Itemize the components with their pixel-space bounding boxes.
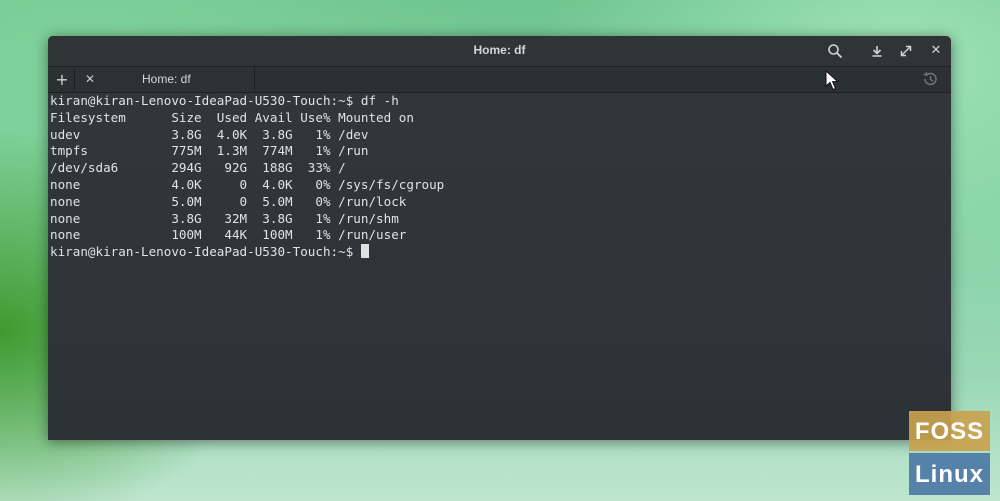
fosslinux-logo: FOSS Linux xyxy=(909,411,990,495)
terminal-prompt: kiran@kiran-Lenovo-IdeaPad-U530-Touch:~$ xyxy=(50,244,361,260)
terminal-window: Home: df ✕ + ✕ Home: df kiran@kiran-Leno… xyxy=(48,36,951,440)
terminal-output: kiran@kiran-Lenovo-IdeaPad-U530-Touch:~$… xyxy=(50,93,444,261)
terminal-line: udev 3.8G 4.0K 3.8G 1% /dev xyxy=(50,126,369,142)
terminal-cursor xyxy=(360,244,369,259)
close-icon: ✕ xyxy=(930,43,942,58)
tab-bar: + ✕ Home: df xyxy=(48,67,951,93)
new-tab-button[interactable]: + xyxy=(50,69,75,90)
tab-home-df[interactable]: ✕ Home: df xyxy=(76,67,255,92)
window-title: Home: df xyxy=(473,43,526,57)
terminal-area[interactable]: kiran@kiran-Lenovo-IdeaPad-U530-Touch:~$… xyxy=(48,93,951,440)
history-icon[interactable] xyxy=(921,70,941,90)
terminal-line: kiran@kiran-Lenovo-IdeaPad-U530-Touch:~$… xyxy=(50,93,399,108)
terminal-line: none 4.0K 0 4.0K 0% /sys/fs/cgroup xyxy=(50,176,445,192)
terminal-line: none 5.0M 0 5.0M 0% /run/lock xyxy=(50,193,407,209)
tab-label: Home: df xyxy=(142,72,191,86)
tab-close-icon[interactable]: ✕ xyxy=(82,70,98,88)
terminal-line: none 100M 44K 100M 1% /run/user xyxy=(50,227,407,243)
terminal-line: tmpfs 775M 1.3M 774M 1% /run xyxy=(50,143,369,159)
maximize-icon[interactable] xyxy=(895,41,917,61)
mouse-pointer-icon xyxy=(825,69,841,92)
terminal-line: Filesystem Size Used Avail Use% Mounted … xyxy=(50,109,414,125)
logo-text-foss: FOSS xyxy=(914,418,985,445)
title-bar[interactable]: Home: df ✕ xyxy=(48,36,951,67)
download-icon[interactable] xyxy=(866,41,888,61)
terminal-line: /dev/sda6 294G 92G 188G 33% / xyxy=(50,160,346,176)
terminal-line: none 3.8G 32M 3.8G 1% /run/shm xyxy=(50,210,399,226)
close-window-button[interactable]: ✕ xyxy=(925,41,947,61)
search-icon[interactable] xyxy=(824,41,846,61)
logo-text-linux: Linux xyxy=(915,461,984,488)
